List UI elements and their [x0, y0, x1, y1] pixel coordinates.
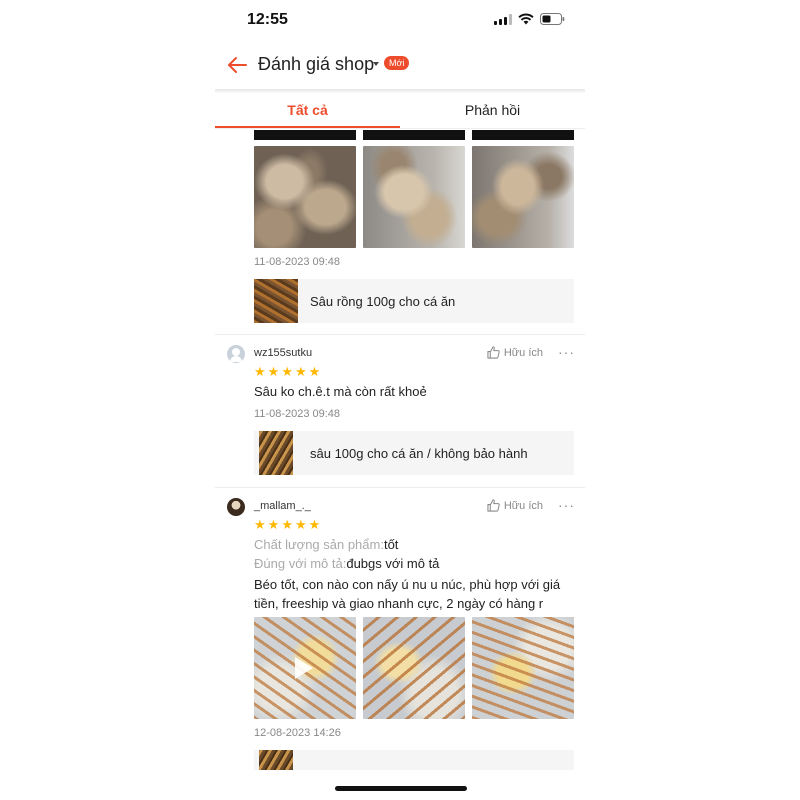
- tab-all[interactable]: Tất cả: [215, 93, 400, 128]
- helpful-label: Hữu ích: [503, 346, 543, 359]
- star-icon: ★: [308, 517, 321, 532]
- avatar[interactable]: [227, 498, 245, 516]
- more-options-icon[interactable]: ···: [558, 344, 575, 360]
- star-icon: ★: [254, 364, 266, 379]
- thumbs-up-icon: [487, 499, 500, 512]
- helpful-label: Hữu ích: [503, 499, 543, 512]
- attribute-value: đubgs với mô tả: [346, 556, 440, 571]
- product-card[interactable]: [254, 750, 574, 770]
- more-options-icon[interactable]: ···: [558, 497, 575, 513]
- review-photo[interactable]: [254, 146, 356, 248]
- review-photo[interactable]: [472, 146, 574, 248]
- review-video[interactable]: [254, 617, 356, 719]
- attribute-accuracy: Đúng với mô tả:đubgs với mô tả: [254, 556, 439, 571]
- helpful-button[interactable]: Hữu ích: [487, 346, 543, 359]
- review-text: Béo tốt, con nào con nấy ú nu u núc, phù…: [254, 577, 561, 611]
- thumbs-up-icon: [487, 346, 500, 359]
- page-title[interactable]: Đánh giá shop: [258, 54, 374, 75]
- product-thumbnail: [254, 279, 298, 323]
- status-time: 12:55: [247, 11, 288, 28]
- battery-icon: [540, 13, 565, 25]
- reviewer-row: _mallam_._ Hữu ích ···: [227, 497, 577, 517]
- review-text: Sâu ko ch.ê.t mà còn rất khoẻ: [254, 384, 427, 399]
- attribute-value: tốt: [383, 537, 399, 552]
- divider: [215, 334, 585, 335]
- product-thumbnail: [259, 750, 293, 770]
- review-list[interactable]: 11-08-2023 09:48 Sâu rồng 100g cho cá ăn…: [215, 130, 585, 770]
- new-badge: Mới: [384, 56, 410, 70]
- star-icon: ★: [267, 364, 280, 379]
- review-photo[interactable]: [472, 617, 574, 719]
- review-date: 12-08-2023 14:26: [254, 727, 341, 739]
- attribute-label: Chất lượng sản phẩm:: [254, 537, 384, 552]
- review-images: [254, 617, 574, 719]
- review-photo[interactable]: [363, 146, 465, 248]
- status-icons: [494, 13, 565, 25]
- tab-bar: Tất cả Phản hồi: [215, 93, 585, 129]
- product-thumbnail: [259, 431, 293, 475]
- play-icon[interactable]: [295, 657, 313, 679]
- attribute-label: Đúng với mô tả:: [254, 556, 347, 571]
- star-icon: ★: [267, 517, 280, 532]
- star-icon: ★: [294, 517, 307, 532]
- signal-icon: [494, 13, 512, 25]
- star-icon: ★: [254, 517, 266, 532]
- reviewer-row: wz155sutku Hữu ích ···: [227, 344, 577, 364]
- rating-stars: ★ ★ ★ ★ ★: [254, 518, 320, 531]
- image-strip-cropped: [254, 130, 574, 140]
- review-images: [254, 146, 574, 248]
- phone-screen: 12:55 Đánh giá shop Mới Tất cả Phản hồi: [215, 0, 585, 800]
- reviewer-name[interactable]: wz155sutku: [254, 347, 312, 359]
- helpful-button[interactable]: Hữu ích: [487, 499, 543, 512]
- tab-replies[interactable]: Phản hồi: [400, 93, 585, 128]
- product-card[interactable]: Sâu rồng 100g cho cá ăn: [254, 279, 574, 323]
- review-date: 11-08-2023 09:48: [254, 256, 341, 268]
- product-card[interactable]: sâu 100g cho cá ăn / không bảo hành: [254, 431, 574, 475]
- rating-stars: ★ ★ ★ ★ ★: [254, 365, 320, 378]
- wifi-icon: [518, 13, 534, 25]
- review-photo[interactable]: [363, 617, 465, 719]
- home-indicator[interactable]: [335, 786, 467, 791]
- status-bar: 12:55: [215, 0, 585, 40]
- star-icon: ★: [281, 364, 293, 379]
- attribute-quality: Chất lượng sản phẩm:tốt: [254, 537, 398, 552]
- star-icon: ★: [308, 364, 321, 379]
- star-icon: ★: [281, 517, 293, 532]
- header: Đánh giá shop Mới: [215, 44, 585, 86]
- reviewer-name[interactable]: _mallam_._: [254, 500, 311, 512]
- star-icon: ★: [294, 364, 307, 379]
- product-name: Sâu rồng 100g cho cá ăn: [310, 293, 456, 309]
- back-arrow-icon[interactable]: [225, 53, 249, 77]
- chevron-down-icon[interactable]: [373, 62, 379, 66]
- product-name: sâu 100g cho cá ăn / không bảo hành: [310, 445, 528, 461]
- avatar[interactable]: [227, 345, 245, 363]
- divider: [215, 487, 585, 488]
- review-date: 11-08-2023 09:48: [254, 408, 341, 420]
